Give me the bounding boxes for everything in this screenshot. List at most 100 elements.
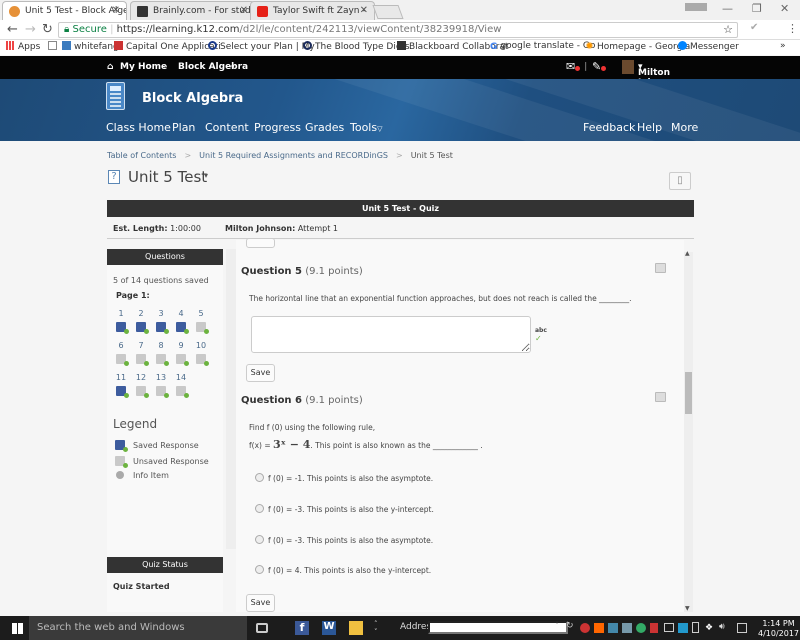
- dropbox-icon[interactable]: ❖: [705, 623, 715, 633]
- question-nav-6[interactable]: 6: [113, 341, 129, 366]
- previous-save-button[interactable]: [246, 238, 275, 248]
- scroll-down-icon[interactable]: ▼: [685, 605, 690, 612]
- nav-progress[interactable]: Progress: [254, 121, 301, 134]
- question-nav-1[interactable]: 1: [113, 309, 129, 334]
- back-icon[interactable]: ←: [7, 22, 18, 37]
- question-6-option-3-radio[interactable]: [255, 535, 264, 544]
- question-6-save-button[interactable]: Save: [246, 594, 275, 612]
- tray-app-icon[interactable]: [636, 623, 646, 633]
- windows-start-icon[interactable]: [12, 623, 23, 634]
- avatar[interactable]: [622, 60, 634, 74]
- address-refresh-icon[interactable]: ↻: [566, 621, 574, 631]
- nav-feedback[interactable]: Feedback: [583, 121, 635, 134]
- close-tab-icon[interactable]: ✕: [360, 5, 368, 16]
- question-nav-9[interactable]: 9: [173, 341, 189, 366]
- star-icon[interactable]: ☆: [723, 23, 733, 36]
- bookmark-button[interactable]: ▯: [669, 172, 691, 190]
- nav-content[interactable]: Content: [205, 121, 249, 134]
- user-menu[interactable]: Milton Johnson▾: [638, 62, 678, 88]
- usb-icon[interactable]: [692, 622, 699, 633]
- bookmark-blood-type[interactable]: The Blood Type Diets: [303, 41, 410, 52]
- close-tab-icon[interactable]: ✕: [240, 5, 248, 16]
- maximize-icon[interactable]: ❐: [752, 2, 762, 15]
- browser-tab-unit5[interactable]: Unit 5 Test - Block Algeb ✕: [2, 1, 127, 20]
- question-5-save-button[interactable]: Save: [246, 364, 275, 382]
- volume-icon[interactable]: 🔊︎: [719, 622, 731, 632]
- network-icon[interactable]: [664, 623, 674, 632]
- minimize-icon[interactable]: —: [722, 2, 733, 15]
- title-menu-icon[interactable]: ▾: [204, 171, 208, 180]
- address-dropdown-icon[interactable]: ˅: [555, 621, 559, 630]
- browser-tab-youtube[interactable]: Taylor Swift ft Zayn - ✕: [250, 1, 375, 20]
- taskbar-scroll-icon[interactable]: ˄ ˅: [374, 620, 378, 636]
- question-nav-5[interactable]: 5: [193, 309, 209, 334]
- breadcrumb-unit5-assignments[interactable]: Unit 5 Required Assignments and RECORDin…: [199, 151, 388, 160]
- question-6-option-4-radio[interactable]: [255, 565, 264, 574]
- extension-icon[interactable]: ✔: [750, 22, 758, 33]
- task-view-icon[interactable]: [256, 623, 268, 633]
- close-window-icon[interactable]: ✕: [780, 2, 789, 15]
- question-6-option-4[interactable]: f (0) = 4. This points is also the y-int…: [268, 566, 431, 575]
- question-6-option-1[interactable]: f (0) = -1. This points is also the asym…: [268, 474, 433, 483]
- new-tab-button[interactable]: [372, 5, 404, 19]
- nav-help[interactable]: Help: [637, 121, 662, 134]
- tray-app-icon[interactable]: [608, 623, 618, 633]
- more-bookmarks[interactable]: »: [780, 41, 786, 51]
- nav-tools[interactable]: Tools▽: [350, 121, 383, 134]
- word-icon[interactable]: W: [322, 621, 336, 635]
- question-nav-8[interactable]: 8: [153, 341, 169, 366]
- scrollbar-thumb[interactable]: [685, 372, 692, 414]
- scroll-up-icon[interactable]: ▲: [685, 250, 690, 257]
- question-nav-13[interactable]: 13: [153, 373, 169, 398]
- profile-badge[interactable]: [685, 3, 707, 11]
- tray-app-icon[interactable]: [678, 623, 688, 633]
- action-center-icon[interactable]: [737, 623, 747, 633]
- question-6-option-3[interactable]: f (0) = -3. This points is also the asym…: [268, 536, 433, 545]
- system-clock[interactable]: 1:14 PM 4/10/2017: [758, 619, 799, 639]
- messages-icon[interactable]: ✎: [592, 60, 607, 73]
- close-tab-icon[interactable]: ✕: [112, 5, 120, 16]
- question-nav-2[interactable]: 2: [133, 309, 149, 334]
- bookmark-capitalone[interactable]: Capital One Applicati: [114, 41, 221, 52]
- nav-class-home[interactable]: Class Home: [106, 121, 171, 134]
- my-home-link[interactable]: My Home: [120, 62, 167, 72]
- question-nav-12[interactable]: 12: [133, 373, 149, 398]
- browser-tab-brainly[interactable]: Brainly.com - For studen ✕: [130, 1, 255, 20]
- tray-app-icon[interactable]: [622, 623, 632, 633]
- question-nav-3[interactable]: 3: [153, 309, 169, 334]
- bookmark-messenger[interactable]: Messenger: [678, 41, 739, 52]
- question-nav-14[interactable]: 14: [173, 373, 189, 398]
- bookmark-page[interactable]: [48, 41, 60, 52]
- bookmark-google-translate[interactable]: Ggoogle translate - Go: [490, 41, 595, 52]
- menu-icon[interactable]: ⋮: [787, 22, 798, 35]
- forward-icon[interactable]: →: [25, 22, 36, 37]
- question-6-option-2-radio[interactable]: [255, 504, 264, 513]
- sidebar-scrollbar[interactable]: [226, 249, 236, 549]
- questions-scrollbar[interactable]: ▲ ▼: [684, 250, 693, 612]
- course-selector[interactable]: Block Algebra: [178, 62, 248, 72]
- tray-app-icon[interactable]: [580, 623, 590, 633]
- bookmark-apps[interactable]: Apps: [6, 41, 40, 52]
- question-6-option-2[interactable]: f (0) = -3. This points is also the y-in…: [268, 505, 434, 514]
- file-explorer-icon[interactable]: [349, 621, 363, 635]
- question-nav-11[interactable]: 11: [113, 373, 129, 398]
- notifications-icon[interactable]: ✉: [566, 60, 581, 73]
- facebook-icon[interactable]: f: [295, 621, 309, 635]
- bookmark-whitefang[interactable]: whitefang: [62, 41, 119, 52]
- question-nav-4[interactable]: 4: [173, 309, 189, 334]
- question-nav-10[interactable]: 10: [193, 341, 209, 366]
- question-6-option-1-radio[interactable]: [255, 473, 264, 482]
- breadcrumb-table-of-contents[interactable]: Table of Contents: [107, 151, 176, 160]
- tray-app-icon[interactable]: [650, 623, 658, 633]
- tray-avast-icon[interactable]: [594, 623, 604, 633]
- windows-search-box[interactable]: Search the web and Windows: [29, 616, 247, 640]
- chevron-down-icon[interactable]: ▾: [231, 63, 235, 71]
- taskbar-address-input[interactable]: [428, 621, 568, 634]
- bookmark-homepage-georgia[interactable]: Homepage - Georgia: [585, 41, 690, 52]
- url-bar[interactable]: 🔒︎ Secure | https://learning.k12.com/d2l…: [58, 22, 738, 38]
- nav-plan[interactable]: Plan: [172, 121, 195, 134]
- question-5-answer-input[interactable]: [251, 316, 531, 353]
- bookmark-select-plan[interactable]: Select your Plan | My: [208, 41, 315, 52]
- reload-icon[interactable]: ↻: [42, 22, 53, 37]
- spellcheck-icon[interactable]: abc ✓: [535, 327, 547, 343]
